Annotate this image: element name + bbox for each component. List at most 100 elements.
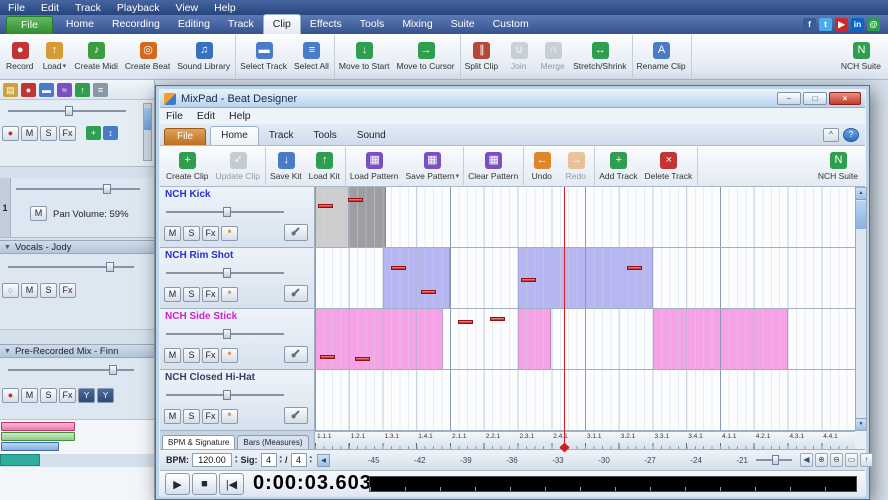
track-ribbon-tab[interactable]: Track	[219, 15, 263, 34]
mute-button[interactable]: M	[164, 287, 181, 302]
zoom-fit-icon-meter-icon[interactable]: ▭	[845, 453, 858, 467]
merge-toolbar-button[interactable]: ∩ Merge	[536, 35, 570, 78]
preview-sound-button[interactable]: *	[221, 409, 238, 424]
twitter-social-icon[interactable]: t	[819, 18, 832, 31]
clear-pattern-toolbar-button[interactable]: ▦ Clear Pattern	[465, 147, 522, 185]
section-header-prerecorded[interactable]: ▼ Pre-Recorded Mix - Finn	[0, 344, 154, 358]
fx-button[interactable]: Fx	[59, 283, 76, 298]
slider-handle[interactable]	[102, 184, 111, 194]
custom-ribbon-tab[interactable]: Custom	[484, 15, 538, 34]
slider-handle[interactable]	[222, 268, 231, 278]
meter-zoom-slider[interactable]	[756, 455, 792, 465]
bpm-signature-bottom-tab[interactable]: BPM & Signature	[162, 435, 236, 449]
playhead[interactable]	[563, 187, 565, 449]
nch-suite-toolbar-button[interactable]: N NCH Suite	[838, 35, 885, 78]
dialog-menu-item[interactable]: Edit	[197, 110, 215, 122]
clip-ribbon-tab[interactable]: Clip	[262, 14, 301, 34]
preview-sound-button[interactable]: *	[221, 348, 238, 363]
select-track-toolbar-button[interactable]: ▬ Select Track	[237, 35, 291, 78]
velocity-marker[interactable]	[318, 203, 334, 208]
add-clip-strip-icon[interactable]: +	[86, 126, 101, 140]
share-social-icon[interactable]: @	[867, 18, 880, 31]
mute-button[interactable]: M	[21, 126, 38, 141]
redo-toolbar-button[interactable]: → Redo	[559, 147, 593, 185]
move-to-cursor-toolbar-button[interactable]: → Move to Cursor	[393, 35, 458, 78]
menu-item[interactable]: Playback	[117, 2, 160, 14]
facebook-social-icon[interactable]: f	[803, 18, 816, 31]
create-beat-toolbar-button[interactable]: ◎ Create Beat	[122, 35, 174, 78]
bars-measures-bottom-tab[interactable]: Bars (Measures)	[237, 435, 309, 449]
load-toolbar-button[interactable]: ↑ Load ▾	[37, 35, 71, 78]
scroll-down-arrow[interactable]: ▼	[856, 418, 866, 430]
scroll-up-arrow[interactable]: ▲	[856, 188, 866, 200]
slider-handle[interactable]	[222, 390, 231, 400]
audio-clip-blue[interactable]	[1, 442, 59, 451]
track-volume-slider[interactable]	[8, 365, 134, 375]
beat-cell[interactable]	[517, 248, 653, 308]
home-ribbon-tab[interactable]: Home	[57, 15, 103, 34]
move-vertical-strip-icon[interactable]: ↕	[103, 126, 118, 140]
undo-toolbar-button[interactable]: ← Undo	[525, 147, 559, 185]
audio-clip-green[interactable]	[1, 432, 75, 441]
menu-item[interactable]: File	[8, 2, 25, 14]
track-volume-slider[interactable]	[8, 262, 134, 272]
solo-button[interactable]: S	[183, 348, 200, 363]
wrench-button[interactable]	[284, 224, 308, 241]
rename-clip-toolbar-button[interactable]: A Rename Clip	[634, 35, 690, 78]
velocity-marker[interactable]	[520, 278, 536, 282]
record-toolbar-button[interactable]: ● Record	[3, 35, 37, 78]
save-pattern-toolbar-button[interactable]: ▦ Save Pattern ▾	[403, 147, 463, 185]
velocity-marker[interactable]	[348, 197, 364, 202]
beat-cell[interactable]	[315, 187, 349, 247]
velocity-marker[interactable]	[319, 354, 335, 359]
menu-item[interactable]: View	[176, 2, 199, 14]
add-track-toolbar-button[interactable]: + Add Track	[596, 147, 641, 185]
audio-clip-teal[interactable]	[0, 454, 40, 466]
nch-rim-shot-beat-row[interactable]	[315, 248, 855, 309]
tools-dialog-tab[interactable]: Tools	[303, 127, 346, 145]
nch-suite-toolbar-button[interactable]: N NCH Suite	[815, 147, 862, 185]
split-right-button[interactable]: Y	[97, 388, 114, 403]
track-level-slider[interactable]	[166, 207, 284, 217]
strip-volume-slider[interactable]	[8, 106, 126, 116]
effects-panel-tool-icon[interactable]: ≈	[57, 83, 72, 97]
zoom-in-icon-meter-icon[interactable]: ⊕	[815, 453, 828, 467]
linkedin-social-icon[interactable]: in	[851, 18, 864, 31]
velocity-marker[interactable]	[355, 357, 371, 361]
stretch-shrink-toolbar-button[interactable]: ↔ Stretch/Shrink	[570, 35, 630, 78]
solo-button[interactable]: S	[40, 283, 57, 298]
sig-denominator-spinner[interactable]: ▴ ▾	[310, 455, 313, 465]
load-kit-toolbar-button[interactable]: ↑ Load Kit	[306, 147, 344, 185]
sound-library-toolbar-button[interactable]: ♫ Sound Library	[174, 35, 234, 78]
collapse-ribbon-button[interactable]: ^	[823, 128, 839, 142]
close-button[interactable]: ×	[829, 92, 861, 105]
create-clip-toolbar-button[interactable]: + Create Clip	[163, 147, 213, 185]
bpm-spinner[interactable]: ▴ ▾	[235, 455, 238, 465]
mute-button[interactable]: M	[164, 226, 181, 241]
stop-button[interactable]: ■	[192, 473, 217, 495]
bar-ruler[interactable]: 1.1.1 1.2.1 1.3.1 1.4.1 2.1.1 2.2.1 2.3.1 2.4.1…	[315, 431, 855, 453]
nch-kick-beat-row[interactable]	[315, 187, 855, 248]
zoom-out-icon-meter-icon[interactable]: ⊖	[830, 453, 843, 467]
wrench-button[interactable]	[284, 285, 308, 302]
fx-button[interactable]: Fx	[59, 126, 76, 141]
wrench-button[interactable]	[284, 346, 308, 363]
suite-ribbon-tab[interactable]: Suite	[442, 15, 484, 34]
go-to-start-button[interactable]: |◀	[219, 473, 244, 495]
mixing-ribbon-tab[interactable]: Mixing	[393, 15, 441, 34]
track-level-slider[interactable]	[166, 268, 284, 278]
record-arm-button[interactable]: ●	[2, 388, 19, 403]
recording-ribbon-tab[interactable]: Recording	[103, 15, 169, 34]
beat-cell[interactable]	[315, 309, 444, 369]
effects-ribbon-tab[interactable]: Effects	[301, 15, 351, 34]
velocity-marker[interactable]	[421, 290, 436, 294]
tools-ribbon-tab[interactable]: Tools	[351, 15, 394, 34]
scrollbar-thumb[interactable]	[144, 108, 151, 130]
create-midi-toolbar-button[interactable]: ♪ Create Midi	[71, 35, 121, 78]
solo-button[interactable]: S	[183, 409, 200, 424]
track-dialog-tab[interactable]: Track	[259, 127, 304, 145]
help-button[interactable]: ?	[843, 128, 859, 142]
fx-button[interactable]: Fx	[202, 409, 219, 424]
velocity-marker[interactable]	[458, 319, 474, 324]
home-dialog-tab[interactable]: Home	[210, 126, 259, 145]
